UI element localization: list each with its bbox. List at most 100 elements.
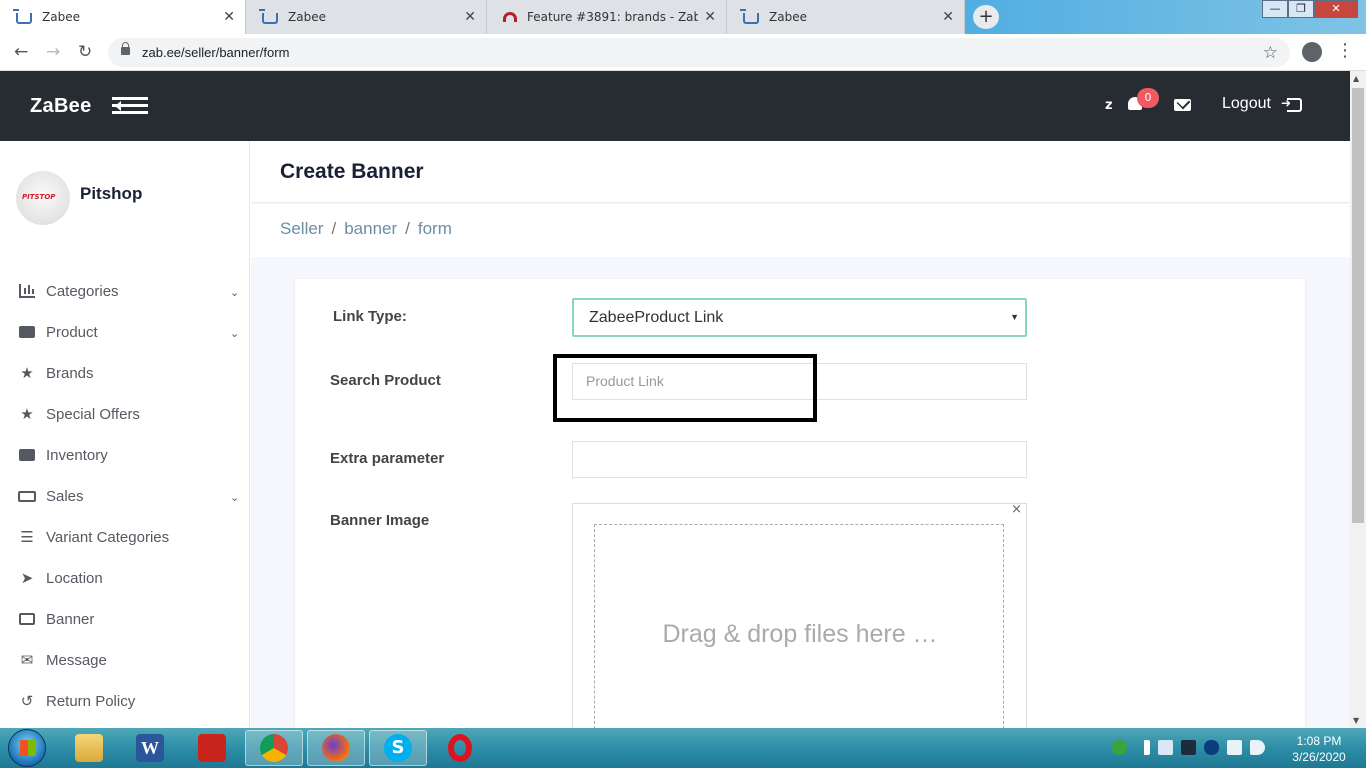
- forward-icon[interactable]: →: [46, 42, 60, 62]
- breadcrumb-item[interactable]: Seller: [280, 219, 323, 238]
- envelope-icon[interactable]: [1174, 99, 1191, 111]
- battery-icon[interactable]: [1227, 740, 1242, 755]
- browser-tab-strip: Zabee ✕ Zabee ✕ Feature #3891: brands - …: [0, 0, 1366, 34]
- sidebar-item-message[interactable]: ✉ Message: [18, 645, 240, 675]
- page-scrollbar[interactable]: ▲ ▼: [1350, 71, 1366, 728]
- network-icon[interactable]: [1158, 740, 1173, 755]
- location-arrow-icon: ➤: [20, 570, 34, 587]
- briefcase-icon: [18, 324, 36, 340]
- sidebar-item-label: Location: [46, 569, 103, 587]
- page-header: Create Banner: [251, 141, 1350, 203]
- bookmark-star-icon[interactable]: ☆: [1263, 38, 1278, 67]
- sidebar-item-label: Inventory: [46, 446, 108, 464]
- logout-link[interactable]: Logout: [1222, 95, 1271, 113]
- sidebar-item-sales[interactable]: Sales ⌄: [18, 481, 240, 511]
- browser-tab[interactable]: Zabee ✕: [727, 0, 965, 34]
- lock-icon: [121, 42, 130, 55]
- sidebar-item-label: Return Policy: [46, 692, 136, 710]
- scroll-down-arrow-icon[interactable]: ▼: [1353, 716, 1359, 725]
- signal-icon[interactable]: [1135, 740, 1150, 755]
- bluetooth-icon[interactable]: [1204, 740, 1219, 755]
- close-tab-icon[interactable]: ✕: [464, 9, 476, 25]
- close-tab-icon[interactable]: ✕: [704, 9, 716, 25]
- search-product-label: Search Product: [330, 372, 441, 389]
- sidebar-item-categories[interactable]: Categories ⌄: [18, 276, 240, 306]
- taskbar-chrome[interactable]: [245, 730, 303, 766]
- back-icon[interactable]: ←: [14, 42, 28, 62]
- sidebar-item-label: Banner: [46, 610, 95, 628]
- sidebar: Pitshop Categories ⌄ Product ⌄ ★ Brands …: [0, 141, 250, 728]
- user-initial[interactable]: z: [1105, 98, 1113, 113]
- sign-out-icon[interactable]: [1281, 96, 1302, 112]
- app-logo[interactable]: ZaBee: [30, 95, 92, 118]
- link-type-select[interactable]: ZabeeProduct Link ▼: [572, 298, 1027, 337]
- scroll-up-arrow-icon[interactable]: ▲: [1353, 74, 1359, 83]
- display-icon[interactable]: [1181, 740, 1196, 755]
- menu-kebab-icon[interactable]: ⋮: [1336, 40, 1354, 61]
- cart-icon: [259, 9, 278, 24]
- window-close-button[interactable]: ✕: [1314, 0, 1358, 18]
- word-icon: W: [136, 734, 164, 762]
- sidebar-item-special-offers[interactable]: ★ Special Offers: [18, 399, 240, 429]
- sidebar-item-brands[interactable]: ★ Brands: [18, 358, 240, 388]
- profile-avatar-icon[interactable]: [1302, 42, 1322, 62]
- security-shield-icon[interactable]: [1112, 740, 1127, 755]
- taskbar-clock[interactable]: 1:08 PM 3/26/2020: [1284, 733, 1354, 765]
- taskbar-explorer[interactable]: [60, 730, 118, 766]
- chrome-icon: [260, 734, 288, 762]
- sidebar-item-return-policy[interactable]: ↺ Return Policy: [18, 686, 240, 716]
- tab-title: Zabee: [288, 10, 326, 24]
- sidebar-item-location[interactable]: ➤ Location: [18, 563, 240, 593]
- reload-icon[interactable]: ↻: [78, 42, 92, 62]
- address-bar[interactable]: zab.ee/seller/banner/form ☆: [108, 38, 1290, 67]
- sidebar-item-variant-categories[interactable]: ☰ Variant Categories: [18, 522, 240, 552]
- sidebar-item-label: Sales: [46, 487, 84, 505]
- sidebar-item-inventory[interactable]: Inventory: [18, 440, 240, 470]
- envelope-icon: ✉: [20, 652, 34, 669]
- cart-icon: [740, 9, 759, 24]
- taskbar-skype[interactable]: S: [369, 730, 427, 766]
- breadcrumb-item[interactable]: banner: [344, 219, 397, 238]
- sidebar-toggle-icon[interactable]: [112, 97, 148, 115]
- taskbar-opera[interactable]: [431, 730, 489, 766]
- minimize-button[interactable]: —: [1262, 0, 1288, 18]
- star-icon: ★: [20, 365, 34, 382]
- close-tab-icon[interactable]: ✕: [942, 9, 954, 25]
- skype-icon: S: [384, 734, 412, 762]
- sidebar-item-product[interactable]: Product ⌄: [18, 317, 240, 347]
- banner-image-label: Banner Image: [330, 512, 430, 529]
- drop-area[interactable]: Drag & drop files here …: [594, 524, 1004, 744]
- shop-avatar: [16, 171, 70, 225]
- sidebar-item-label: Product: [46, 323, 98, 341]
- scrollbar-thumb[interactable]: [1352, 88, 1364, 523]
- breadcrumb-separator: /: [331, 219, 337, 238]
- taskbar-word[interactable]: W: [121, 730, 179, 766]
- star-icon: ★: [20, 406, 34, 423]
- volume-icon[interactable]: [1250, 740, 1265, 755]
- taskbar-firefox[interactable]: [307, 730, 365, 766]
- close-tab-icon[interactable]: ✕: [223, 9, 235, 25]
- taskbar-acrobat[interactable]: [183, 730, 241, 766]
- sidebar-item-label: Brands: [46, 364, 94, 382]
- banner-form-card: Link Type: ZabeeProduct Link ▼ Search Pr…: [295, 279, 1305, 744]
- maximize-button[interactable]: ❐: [1288, 0, 1314, 18]
- banner-image-dropzone[interactable]: × Drag & drop files here …: [572, 502, 1027, 744]
- list-icon: ☰: [20, 529, 34, 546]
- sidebar-item-banner[interactable]: Banner: [18, 604, 240, 634]
- chevron-down-icon: ⌄: [230, 287, 240, 299]
- new-tab-button[interactable]: +: [973, 5, 999, 29]
- link-type-label: Link Type:: [333, 308, 407, 325]
- close-icon[interactable]: ×: [1011, 502, 1022, 517]
- browser-tab[interactable]: Zabee ✕: [246, 0, 487, 34]
- extra-parameter-label: Extra parameter: [330, 450, 445, 467]
- browser-tab[interactable]: Zabee ✕: [0, 0, 246, 34]
- browser-tab[interactable]: Feature #3891: brands - Zabee - ✕: [487, 0, 727, 34]
- bar-chart-icon: [18, 283, 36, 299]
- extra-parameter-input[interactable]: [572, 441, 1027, 478]
- start-button[interactable]: [8, 729, 46, 767]
- breadcrumb-item[interactable]: form: [418, 219, 452, 238]
- breadcrumb-bar: Seller / banner / form: [251, 204, 1350, 257]
- cart-icon: [13, 9, 32, 24]
- annotation-highlight-box: [553, 354, 817, 422]
- os-taskbar: W S 1:08 PM 3/26/2020: [0, 728, 1366, 768]
